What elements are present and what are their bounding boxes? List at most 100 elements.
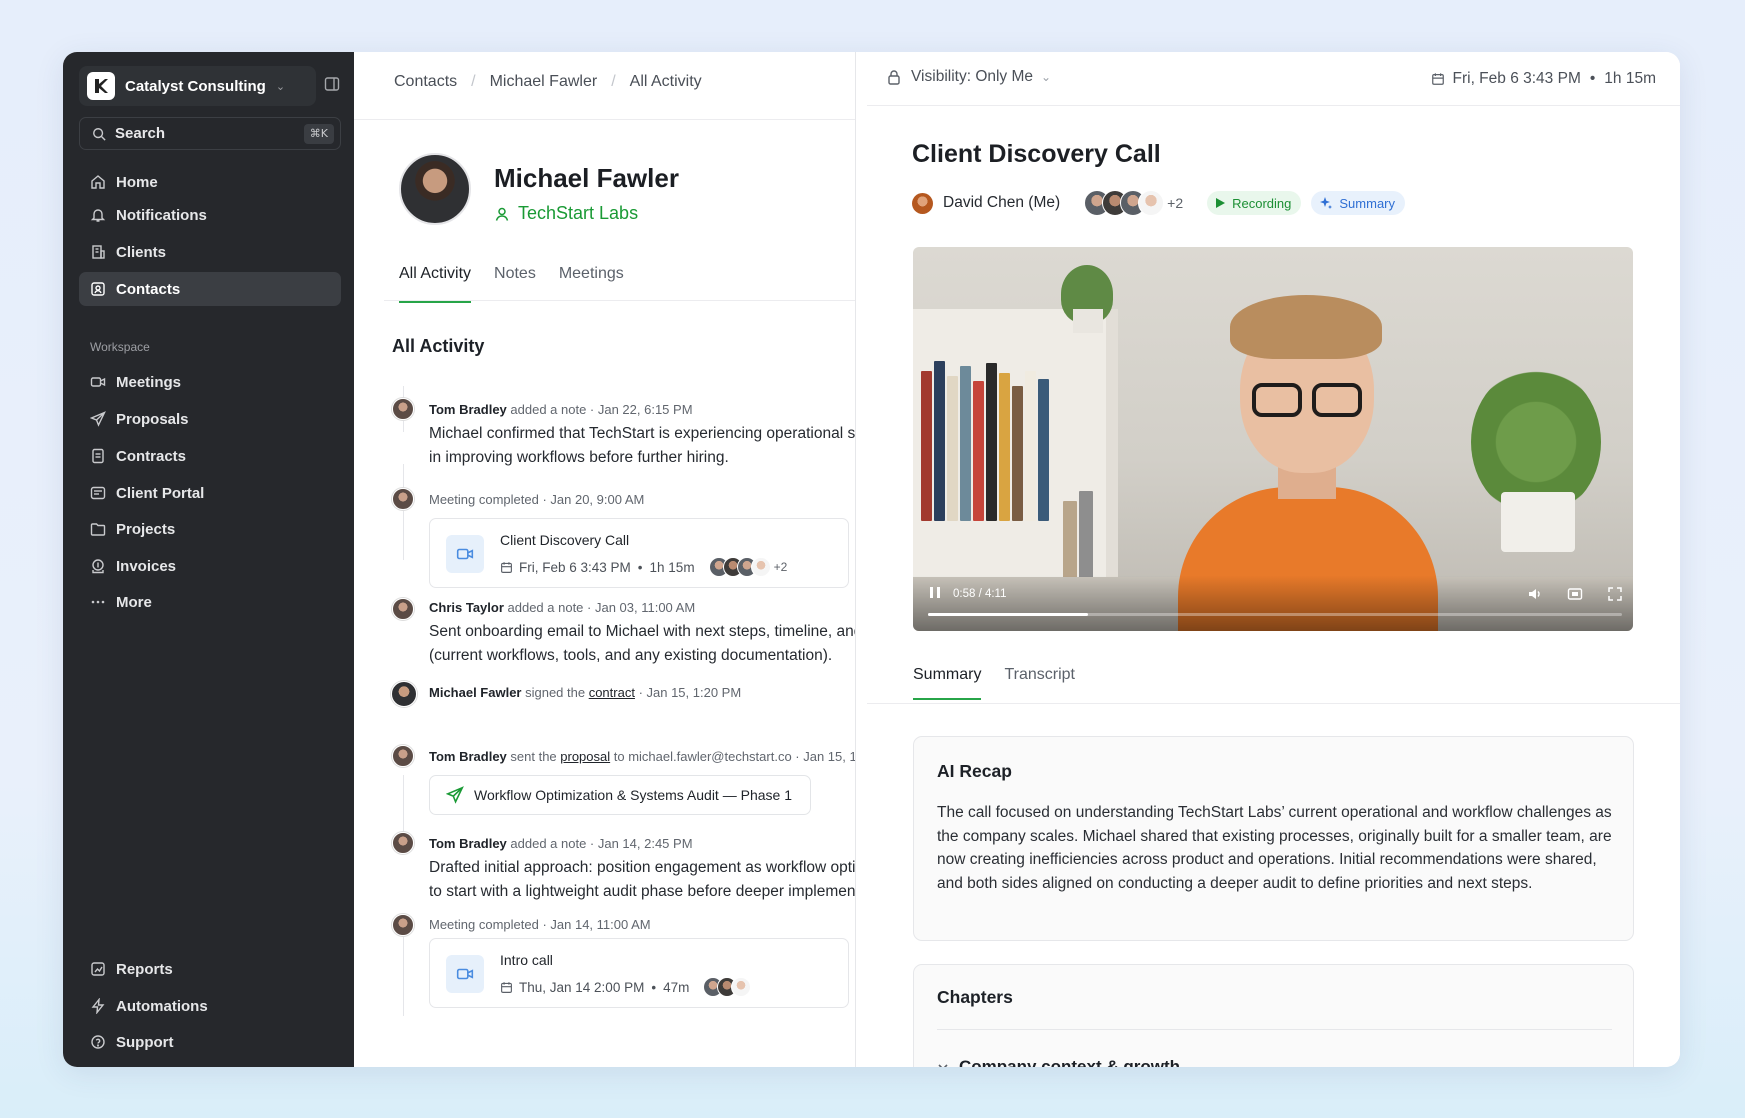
invoice-icon: [92, 559, 104, 574]
sidebar-item-label: Projects: [116, 520, 176, 538]
video-icon: [90, 377, 106, 387]
sidebar-item-invoices[interactable]: Invoices: [79, 549, 341, 583]
contact-tabs: All Activity Notes Meetings: [399, 265, 647, 303]
tab-summary[interactable]: Summary: [913, 666, 982, 700]
sidebar-item-label: Automations: [116, 997, 208, 1015]
meeting-datetime: Fri, Feb 6 3:43 PM • 1h 15m: [1431, 70, 1656, 88]
tab-notes[interactable]: Notes: [494, 265, 536, 303]
sidebar-item-label: Notifications: [116, 206, 207, 224]
sidebar-item-label: Proposals: [116, 410, 189, 428]
bolt-icon: [91, 998, 105, 1014]
sidebar-item-home[interactable]: Home: [79, 165, 341, 199]
meeting-card-title: Client Discovery Call: [500, 532, 630, 548]
sidebar-item-support[interactable]: Support: [79, 1025, 341, 1059]
user-icon: [495, 207, 509, 221]
meeting-card[interactable]: Intro call Thu, Jan 14 2:00 PM • 47m: [429, 938, 849, 1008]
breadcrumb: Contacts / Michael Fawler / All Activity: [394, 73, 702, 91]
avatar: [392, 488, 414, 510]
avatar: [392, 914, 414, 936]
folder-icon: [90, 523, 106, 536]
video-progress-bar[interactable]: [928, 613, 1622, 616]
participant-avatars[interactable]: +2: [1084, 190, 1183, 216]
sidebar-item-more[interactable]: More: [79, 585, 341, 619]
video-progress-fill: [928, 613, 1088, 616]
bell-icon: [90, 209, 106, 222]
sparkle-icon: [1320, 197, 1333, 209]
catalyst-logo-icon: [87, 72, 115, 100]
visibility-label: Visibility: Only Me: [911, 68, 1034, 85]
activity-meta: Meeting completed · Jan 14, 11:00 AM: [429, 917, 651, 932]
search-label: Search: [115, 125, 166, 142]
picture-in-picture-icon[interactable]: [1567, 586, 1583, 602]
meeting-participants: David Chen (Me) +2 Recording Summary: [912, 190, 1406, 216]
sidebar-item-meetings[interactable]: Meetings: [79, 365, 341, 399]
document-icon: [92, 448, 104, 464]
sidebar-item-reports[interactable]: Reports: [79, 952, 341, 986]
proposal-title: Workflow Optimization & Systems Audit — …: [474, 787, 792, 803]
breadcrumb-current: All Activity: [629, 73, 702, 90]
meeting-card[interactable]: Client Discovery Call Fri, Feb 6 3:43 PM…: [429, 518, 849, 588]
visibility-dropdown[interactable]: Visibility: Only Me ⌄: [887, 68, 1051, 86]
avatar: [391, 681, 417, 707]
sidebar-toggle-icon[interactable]: [324, 76, 342, 94]
pause-icon[interactable]: [930, 587, 940, 598]
proposal-link[interactable]: proposal: [560, 749, 610, 764]
host-name: David Chen (Me): [943, 194, 1061, 211]
more-icon: [91, 600, 105, 604]
calendar-icon: [1431, 73, 1444, 85]
contact-panel: Contacts / Michael Fawler / All Activity…: [354, 52, 856, 1067]
search-input[interactable]: Search ⌘K: [79, 117, 341, 150]
ai-recap-title: AI Recap: [937, 761, 1012, 781]
video-player[interactable]: 0:58 / 4:11: [913, 247, 1633, 631]
summary-button[interactable]: Summary: [1311, 191, 1406, 215]
breadcrumb-contact[interactable]: Michael Fawler: [490, 73, 598, 91]
lock-icon: [888, 70, 900, 85]
sidebar-item-notifications[interactable]: Notifications: [79, 198, 341, 232]
recording-button[interactable]: Recording: [1207, 191, 1302, 215]
chapters-title: Chapters: [937, 987, 1013, 1007]
activity-meta: Tom Bradley added a note · Jan 22, 6:15 …: [429, 402, 693, 417]
sidebar-item-label: Client Portal: [116, 484, 205, 502]
meeting-header: Visibility: Only Me ⌄ Fri, Feb 6 3:43 PM…: [867, 52, 1680, 106]
volume-icon[interactable]: [1527, 586, 1543, 602]
sidebar-item-clients[interactable]: Clients: [79, 235, 341, 269]
search-icon: [93, 127, 106, 141]
sidebar-item-automations[interactable]: Automations: [79, 989, 341, 1023]
activity-meta: Meeting completed · Jan 20, 9:00 AM: [429, 492, 645, 507]
sidebar-item-contracts[interactable]: Contracts: [79, 439, 341, 473]
sidebar-item-label: Support: [116, 1033, 174, 1051]
send-icon: [90, 411, 106, 427]
sidebar-item-projects[interactable]: Projects: [79, 512, 341, 546]
sidebar-item-label: Contacts: [116, 280, 181, 298]
chevron-down-icon: ⌄: [1041, 70, 1052, 84]
avatar: [392, 398, 414, 420]
contract-link[interactable]: contract: [589, 685, 635, 700]
tab-transcript[interactable]: Transcript: [1004, 666, 1075, 700]
activity-note: Sent onboarding email to Michael with ne…: [429, 623, 855, 664]
fullscreen-icon[interactable]: [1607, 586, 1623, 602]
activity-meta: Chris Taylor added a note · Jan 03, 11:0…: [429, 600, 696, 615]
chapters-card: Chapters Company context & growth: [913, 964, 1634, 1067]
avatar: [912, 192, 933, 214]
sidebar-item-label: More: [116, 593, 152, 611]
breadcrumb-contacts[interactable]: Contacts: [394, 73, 457, 91]
sidebar-item-contacts[interactable]: Contacts: [79, 272, 341, 306]
sidebar-item-label: Invoices: [116, 557, 177, 575]
chapter-item[interactable]: Company context & growth: [937, 1057, 1180, 1067]
activity-note: Michael confirmed that TechStart is expe…: [429, 425, 856, 466]
contact-company[interactable]: TechStart Labs: [494, 203, 638, 224]
calendar-icon: [501, 981, 512, 993]
proposal-card[interactable]: Workflow Optimization & Systems Audit — …: [429, 775, 811, 815]
org-switcher[interactable]: Catalyst Consulting ⌄: [79, 66, 316, 106]
video-controls: 0:58 / 4:11: [913, 575, 1633, 631]
tab-meetings[interactable]: Meetings: [559, 265, 624, 303]
play-icon: [1216, 198, 1226, 208]
contact-company-label: TechStart Labs: [518, 203, 639, 223]
sidebar-item-proposals[interactable]: Proposals: [79, 402, 341, 436]
meeting-title: Client Discovery Call: [912, 140, 1161, 168]
participant-avatars: [703, 977, 752, 997]
tab-all-activity[interactable]: All Activity: [399, 265, 472, 303]
sidebar-item-client-portal[interactable]: Client Portal: [79, 476, 341, 510]
activity-heading: All Activity: [392, 336, 485, 356]
activity-meta: Michael Fawler signed the contract · Jan…: [429, 685, 742, 700]
